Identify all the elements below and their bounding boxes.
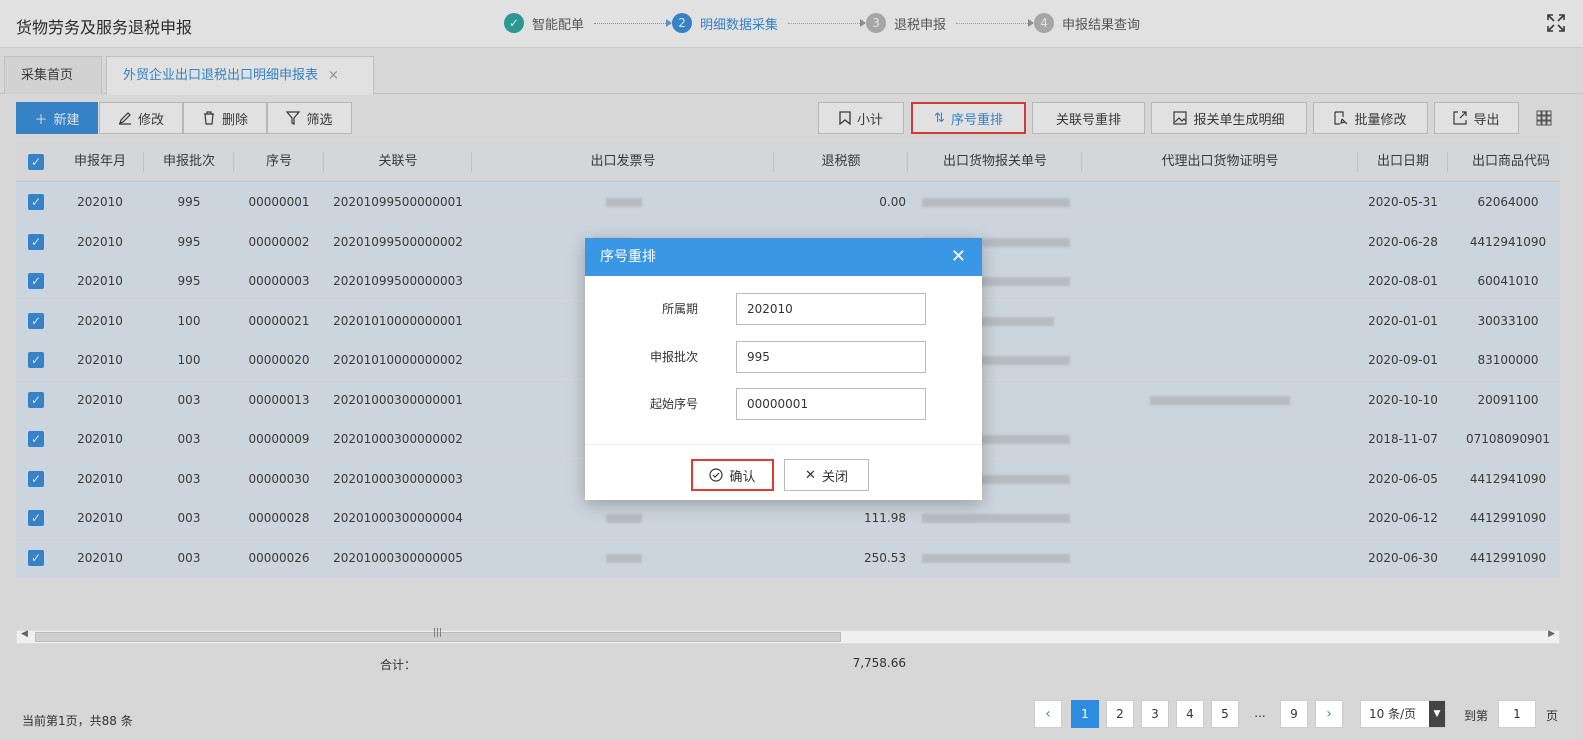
page-button[interactable]: 2 <box>1106 700 1134 728</box>
goto-label: 到第 <box>1464 709 1489 723</box>
summary-label: 合计： <box>380 658 417 672</box>
goto-page-input[interactable]: 1 <box>1498 700 1536 728</box>
page-size-select[interactable]: 10 条/页 ▼ <box>1360 700 1446 728</box>
scroll-right-icon[interactable]: ▶ <box>1548 629 1555 639</box>
period-input[interactable] <box>736 293 926 325</box>
page-button[interactable]: 9 <box>1280 700 1308 728</box>
field-label: 申报批次 <box>649 350 698 364</box>
pager-info: 当前第1页，共88 条 <box>22 714 133 728</box>
dialog-header: 序号重排 ✕ <box>585 238 982 276</box>
form-row-batch: 申报批次 <box>585 341 982 373</box>
next-page-button[interactable]: › <box>1315 700 1343 728</box>
button-label: 关闭 <box>821 468 848 484</box>
grip-icon: ||| <box>433 628 443 638</box>
start-seq-input[interactable] <box>736 388 926 420</box>
page-button[interactable]: 5 <box>1211 700 1239 728</box>
dialog-footer: 确认 ✕ 关闭 <box>585 444 982 500</box>
field-label: 起始序号 <box>649 397 698 411</box>
horizontal-scrollbar[interactable]: ◀ ||| ▶ <box>16 628 1560 644</box>
button-label: 确认 <box>729 468 756 484</box>
close-icon[interactable]: ✕ <box>951 238 966 276</box>
batch-input[interactable] <box>736 341 926 373</box>
page-ellipsis: ... <box>1254 706 1266 720</box>
chevron-down-icon[interactable]: ▼ <box>1429 701 1445 727</box>
dialog-title: 序号重排 <box>600 249 656 265</box>
scroll-left-icon[interactable]: ◀ <box>21 629 28 639</box>
form-row-period: 所属期 <box>585 293 982 325</box>
check-circle-icon <box>709 468 724 482</box>
goto-unit: 页 <box>1546 709 1559 723</box>
close-icon: ✕ <box>805 467 816 482</box>
close-dialog-button[interactable]: ✕ 关闭 <box>784 459 869 491</box>
renumber-dialog: 序号重排 ✕ 所属期 申报批次 起始序号 确认 ✕ 关闭 <box>585 238 982 500</box>
page-button[interactable]: 4 <box>1176 700 1204 728</box>
confirm-button[interactable]: 确认 <box>691 459 774 491</box>
prev-page-button[interactable]: ‹ <box>1034 700 1062 728</box>
field-label: 所属期 <box>661 302 698 316</box>
page-size-value: 10 条/页 <box>1369 707 1417 721</box>
page-button[interactable]: 3 <box>1141 700 1169 728</box>
form-row-start-seq: 起始序号 <box>585 388 982 420</box>
summary-value: 7,758.66 <box>852 656 906 670</box>
page-button[interactable]: 1 <box>1071 700 1099 728</box>
